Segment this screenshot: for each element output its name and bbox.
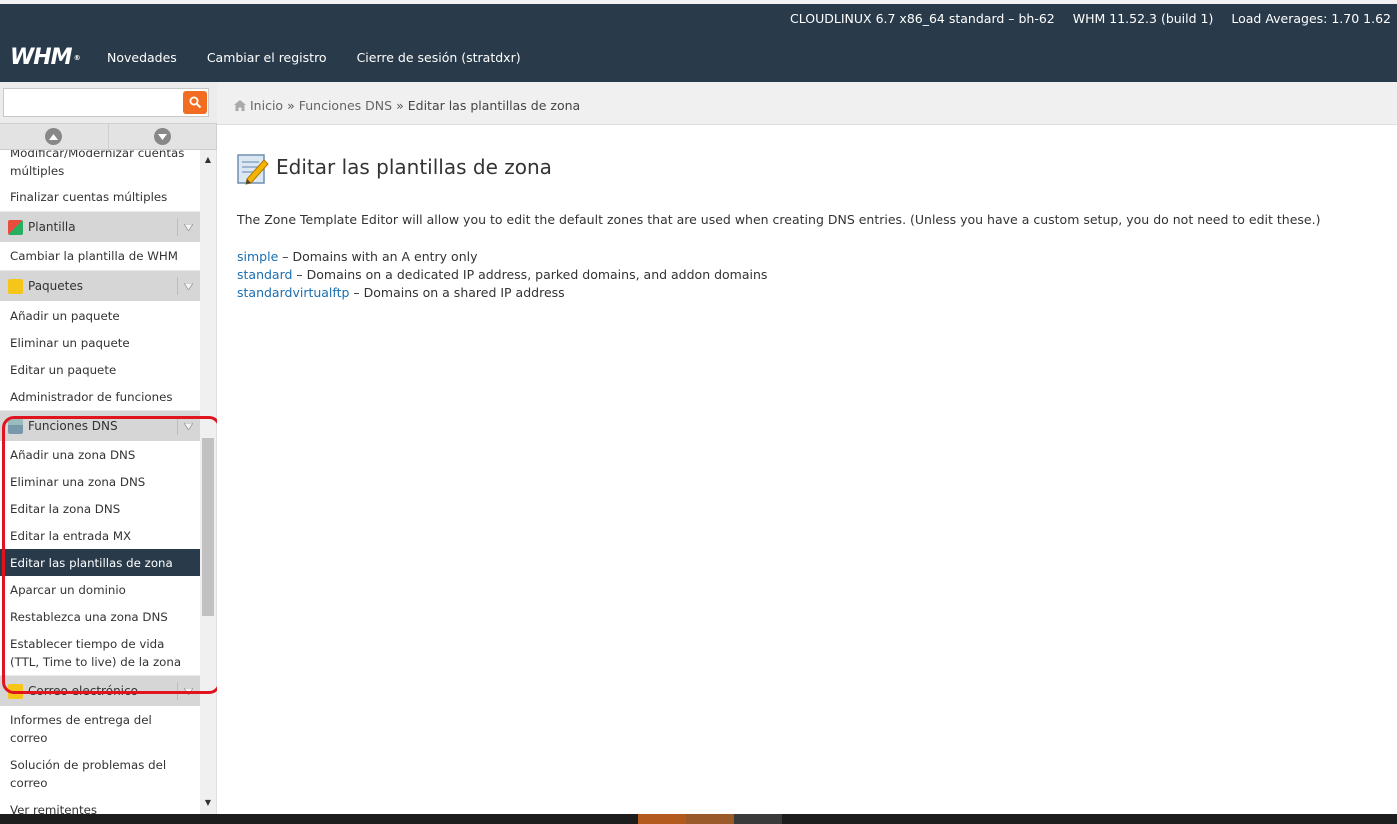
sidebar-collapse-bar [0, 124, 217, 150]
sidebar-item-edit-package[interactable]: Editar un paquete [0, 356, 200, 383]
scroll-up-arrow-icon[interactable]: ▲ [200, 155, 216, 167]
sidebar-item-park-domain[interactable]: Aparcar un dominio [0, 576, 200, 603]
search-area [0, 82, 217, 124]
sidebar-item-terminate-multiple-accounts[interactable]: Finalizar cuentas múltiples [0, 183, 200, 211]
sidebar-item-delete-dns-zone[interactable]: Eliminar una zona DNS [0, 468, 200, 495]
scroll-down-arrow-icon[interactable]: ▼ [200, 798, 216, 810]
taskbar-app[interactable] [638, 814, 686, 824]
search-input[interactable] [3, 88, 209, 117]
template-link-standard[interactable]: standard [237, 267, 292, 282]
sidebar-item-delete-package[interactable]: Eliminar un paquete [0, 329, 200, 356]
search-button[interactable] [183, 91, 207, 114]
sidebar-item-edit-zone-templates[interactable]: Editar las plantillas de zona [0, 549, 200, 576]
system-info: CLOUDLINUX 6.7 x86_64 standard – bh-62 W… [776, 11, 1391, 26]
page-title: Editar las plantillas de zona [276, 155, 552, 179]
nav-change-log[interactable]: Cambiar el registro [207, 50, 327, 65]
top-header: CLOUDLINUX 6.7 x86_64 standard – bh-62 W… [0, 0, 1397, 82]
os-taskbar [0, 814, 1397, 824]
sidebar-item-mail-delivery-reports[interactable]: Informes de entrega del correo [0, 706, 200, 751]
template-row: simple – Domains with an A entry only [237, 249, 478, 264]
template-link-simple[interactable]: simple [237, 249, 278, 264]
top-nav: Novedades Cambiar el registro Cierre de … [107, 50, 547, 65]
sidebar-item-mail-troubleshooter[interactable]: Solución de problemas del correo [0, 751, 200, 796]
breadcrumb-home[interactable]: Inicio [250, 98, 283, 113]
sidebar-scrollbar[interactable]: ▲ ▼ [200, 150, 216, 814]
taskbar-app[interactable] [734, 814, 782, 824]
sidebar-item-add-dns-zone[interactable]: Añadir una zona DNS [0, 441, 200, 468]
sidebar: Modificar/Modernizar cuentas múltiples F… [0, 150, 217, 814]
whm-version: WHM 11.52.3 (build 1) [1072, 11, 1214, 26]
chevron-down-icon[interactable] [177, 682, 199, 700]
os-info: CLOUDLINUX 6.7 x86_64 standard – bh-62 [790, 11, 1055, 26]
sidebar-section-plantilla[interactable]: Plantilla [0, 211, 200, 242]
sidebar-section-dns[interactable]: Funciones DNS [0, 410, 200, 441]
sidebar-section-paquetes[interactable]: Paquetes [0, 270, 200, 301]
sidebar-section-email[interactable]: Correo electrónico [0, 675, 200, 706]
sidebar-item-add-package[interactable]: Añadir un paquete [0, 301, 200, 329]
expand-all-button[interactable] [109, 124, 217, 149]
whm-logo[interactable]: WHM ® [10, 46, 81, 70]
nav-news[interactable]: Novedades [107, 50, 177, 65]
package-icon [8, 278, 23, 294]
sidebar-item-view-senders[interactable]: Ver remitentes [0, 796, 200, 814]
sidebar-item-edit-mx-entry[interactable]: Editar la entrada MX [0, 522, 200, 549]
chevron-up-icon [45, 128, 63, 145]
breadcrumb: Inicio» Funciones DNS» Editar las plantill… [234, 98, 580, 113]
chevron-down-icon[interactable] [177, 277, 199, 295]
dns-icon [8, 418, 23, 434]
sidebar-item-edit-dns-zone[interactable]: Editar la zona DNS [0, 495, 200, 522]
mail-icon [8, 683, 23, 699]
chevron-down-icon[interactable] [177, 417, 199, 435]
home-icon [234, 100, 246, 111]
taskbar-app[interactable] [686, 814, 734, 824]
template-link-standardvirtualftp[interactable]: standardvirtualftp [237, 285, 349, 300]
magnifier-icon [189, 96, 201, 109]
sidebar-item-reset-dns-zone[interactable]: Restablezca una zona DNS [0, 603, 200, 630]
collapse-all-button[interactable] [0, 124, 109, 149]
scrollbar-thumb[interactable] [202, 438, 214, 616]
sidebar-item-feature-manager[interactable]: Administrador de funciones [0, 383, 200, 410]
nav-logout[interactable]: Cierre de sesión (stratdxr) [357, 50, 521, 65]
chevron-down-icon[interactable] [177, 218, 199, 236]
sidebar-item-modify-multiple-accounts[interactable]: Modificar/Modernizar cuentas múltiples [0, 150, 200, 183]
chevron-down-icon [153, 128, 171, 145]
breadcrumb-bar: Inicio» Funciones DNS» Editar las plantill… [217, 82, 1397, 125]
main-content: Editar las plantillas de zona The Zone T… [217, 125, 1397, 814]
intro-text: The Zone Template Editor will allow you … [237, 212, 1321, 227]
sidebar-item-set-zone-ttl[interactable]: Establecer tiempo de vida (TTL, Time to … [0, 630, 200, 675]
edit-document-icon [237, 154, 269, 185]
template-row: standardvirtualftp – Domains on a shared… [237, 285, 565, 300]
load-averages: Load Averages: 1.70 1.62 [1231, 11, 1391, 26]
template-row: standard – Domains on a dedicated IP add… [237, 267, 768, 282]
breadcrumb-current: Editar las plantillas de zona [407, 98, 581, 113]
template-icon [8, 219, 23, 235]
sidebar-item-change-whm-template[interactable]: Cambiar la plantilla de WHM [0, 242, 200, 270]
breadcrumb-dns-functions[interactable]: Funciones DNS [299, 98, 392, 113]
